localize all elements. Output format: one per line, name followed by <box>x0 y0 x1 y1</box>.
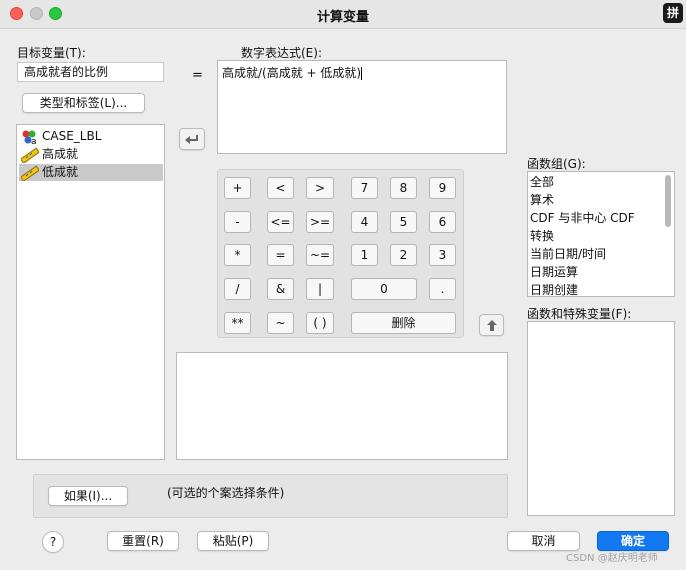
list-item[interactable]: 高成就 <box>19 146 163 163</box>
key-6[interactable]: 6 <box>429 211 456 233</box>
left-arrow-icon <box>185 135 198 144</box>
key-less-than[interactable]: < <box>267 177 294 199</box>
expression-text: 高成就/(高成就 + 低成就) <box>222 66 362 80</box>
key-multiply[interactable]: * <box>224 244 251 266</box>
list-item[interactable]: 日期运算 <box>530 264 578 281</box>
key-4[interactable]: 4 <box>351 211 378 233</box>
key-greater-equal[interactable]: >= <box>306 211 334 233</box>
key-minus[interactable]: - <box>224 211 251 233</box>
key-or[interactable]: | <box>306 278 334 300</box>
key-parentheses[interactable]: ( ) <box>306 312 334 334</box>
key-less-equal[interactable]: <= <box>267 211 294 233</box>
function-group-label: 函数组(G): <box>527 157 586 171</box>
key-9[interactable]: 9 <box>429 177 456 199</box>
ok-button[interactable]: 确定 <box>597 531 669 551</box>
key-equal[interactable]: = <box>267 244 294 266</box>
variable-name: 低成就 <box>42 165 79 179</box>
function-description-area <box>176 352 508 460</box>
list-item[interactable]: 日期创建 <box>530 282 578 296</box>
key-not-equal[interactable]: ~= <box>306 244 334 266</box>
key-7[interactable]: 7 <box>351 177 378 199</box>
numeric-expression-textarea[interactable]: 高成就/(高成就 + 低成就) <box>217 60 507 154</box>
variable-list[interactable]: a CASE_LBL 高成就 低成就 <box>16 124 165 460</box>
key-greater-than[interactable]: > <box>306 177 334 199</box>
list-item[interactable]: 算术 <box>530 192 554 209</box>
key-and[interactable]: & <box>267 278 294 300</box>
variable-name: 高成就 <box>42 147 79 161</box>
key-power[interactable]: ** <box>224 312 251 334</box>
window-title: 计算变量 <box>316 10 369 25</box>
if-condition-hint: (可选的个案选择条件) <box>167 486 285 500</box>
move-variable-button[interactable] <box>179 128 205 150</box>
functions-special-variables-label: 函数和特殊变量(F): <box>527 307 632 321</box>
key-2[interactable]: 2 <box>390 244 417 266</box>
function-group-list[interactable]: 全部 算术 CDF 与非中心 CDF 转换 当前日期/时间 日期运算 日期创建 <box>527 171 675 297</box>
key-1[interactable]: 1 <box>351 244 378 266</box>
key-decimal[interactable]: . <box>429 278 456 300</box>
cancel-button[interactable]: 取消 <box>507 531 580 551</box>
list-item[interactable]: 低成就 <box>19 164 163 181</box>
watermark: CSDN @赵庆明老师 <box>566 553 658 564</box>
list-item[interactable]: 全部 <box>530 174 554 191</box>
paste-button[interactable]: 粘贴(P) <box>197 531 269 551</box>
scale-ruler-icon <box>21 147 39 163</box>
key-8[interactable]: 8 <box>390 177 417 199</box>
key-not[interactable]: ~ <box>267 312 294 334</box>
variable-name: CASE_LBL <box>42 129 102 143</box>
list-item[interactable]: CDF 与非中心 CDF <box>530 210 635 227</box>
key-3[interactable]: 3 <box>429 244 456 266</box>
key-0[interactable]: 0 <box>351 278 417 300</box>
scrollbar-thumb[interactable] <box>665 175 671 227</box>
functions-special-variables-list[interactable] <box>527 321 675 516</box>
type-and-label-button[interactable]: 类型和标签(L)... <box>22 93 145 113</box>
list-item[interactable]: 转换 <box>530 228 554 245</box>
up-arrow-icon <box>486 320 497 331</box>
move-function-button[interactable] <box>479 314 504 336</box>
scale-ruler-icon <box>21 165 39 181</box>
text-cursor <box>361 67 363 80</box>
expression-label: 数字表达式(E): <box>241 46 322 60</box>
target-variable-label: 目标变量(T): <box>17 46 86 60</box>
key-delete[interactable]: 删除 <box>351 312 456 334</box>
reset-button[interactable]: 重置(R) <box>107 531 179 551</box>
key-5[interactable]: 5 <box>390 211 417 233</box>
target-variable-input[interactable]: 高成就者的比例 <box>17 62 164 82</box>
nominal-abc-icon: a <box>22 130 37 145</box>
if-button[interactable]: 如果(I)... <box>48 486 128 506</box>
equals-sign: = <box>192 68 203 83</box>
list-item[interactable]: 当前日期/时间 <box>530 246 606 263</box>
list-item[interactable]: a CASE_LBL <box>19 128 163 145</box>
svg-text:a: a <box>31 137 37 145</box>
help-button[interactable]: ? <box>42 531 64 553</box>
key-plus[interactable]: + <box>224 177 251 199</box>
key-divide[interactable]: / <box>224 278 251 300</box>
input-method-icon[interactable]: 拼 <box>663 3 683 23</box>
